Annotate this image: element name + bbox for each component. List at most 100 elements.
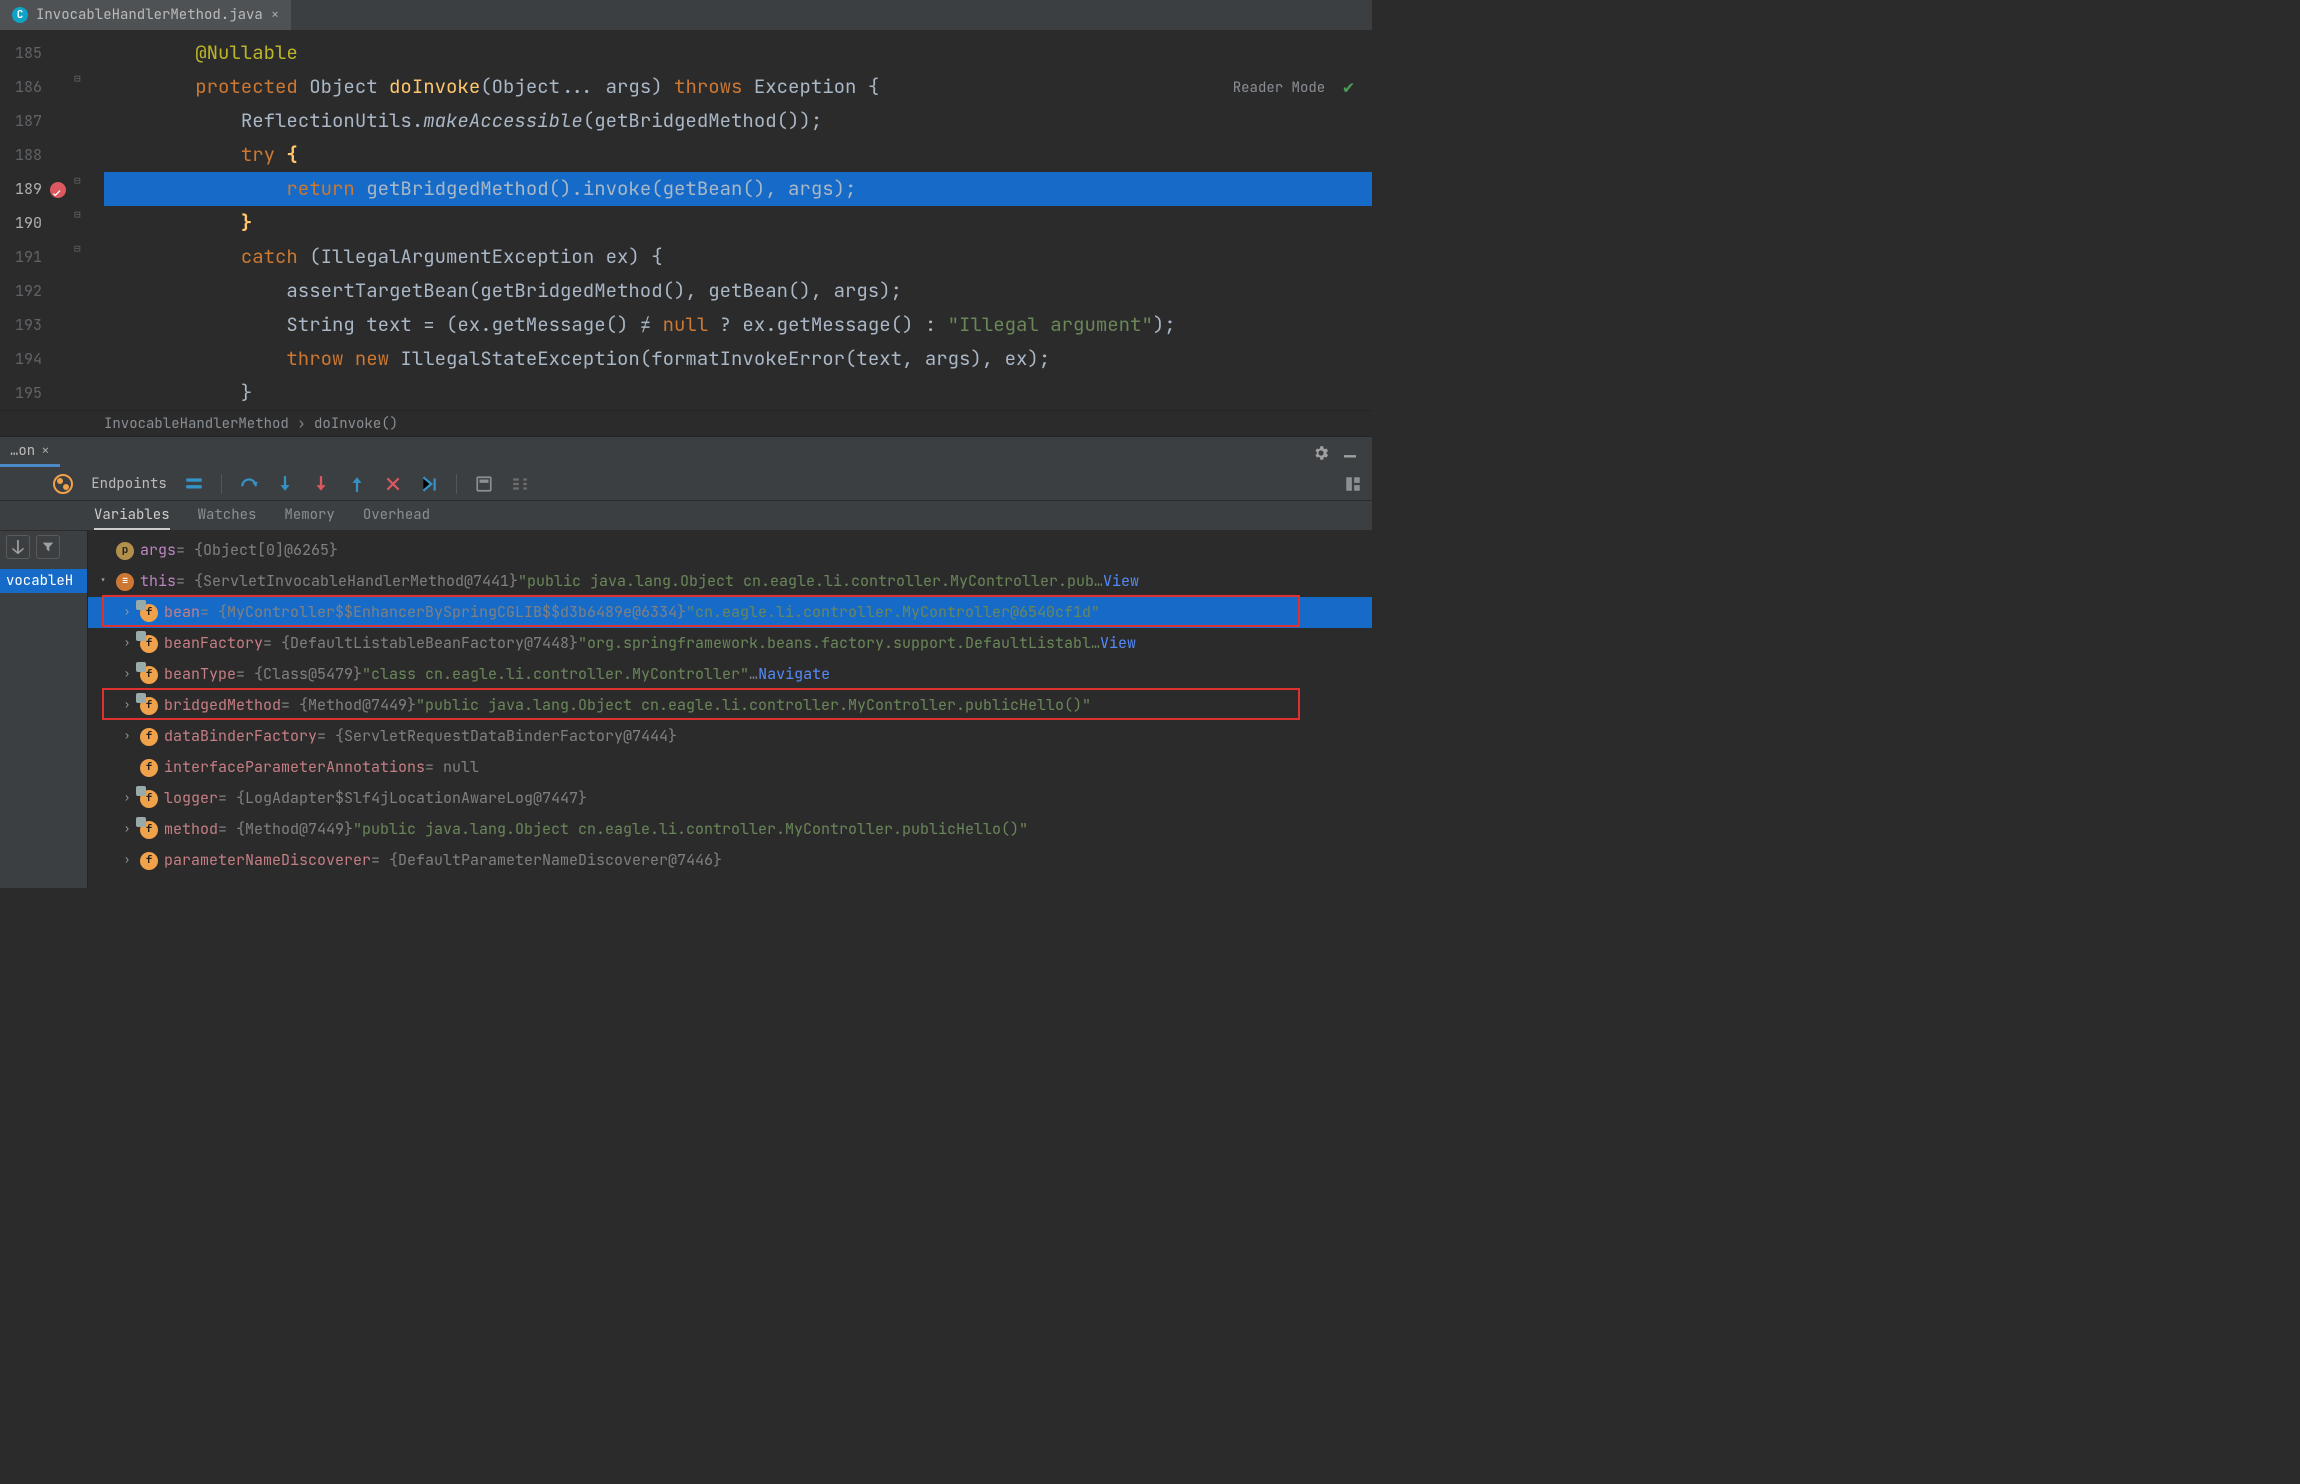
lock-icon [136,693,146,703]
tab-watches[interactable]: Watches [198,501,257,530]
field-icon: f [140,635,158,653]
line-number-gutter: 185186187188189190191192193194195 [0,30,48,410]
variable-row[interactable]: › fbean = {MyController$$EnhancerBySpring… [88,597,1372,628]
endpoints-label[interactable]: Endpoints [91,475,167,493]
variable-name: interfaceParameterAnnotations [164,752,425,783]
chevron-right-icon[interactable]: › [120,628,134,659]
fold-icon[interactable]: ⊟ [74,242,81,256]
variable-value: "org.springframework.beans.factory.suppo… [578,628,1100,659]
variable-type: = {ServletInvocableHandlerMethod@7441} [176,566,518,597]
variable-row[interactable]: ›fparameterNameDiscoverer = {DefaultPara… [88,845,1372,876]
variable-value: "public java.lang.Object cn.eagle.li.con… [518,566,1103,597]
variable-row[interactable]: ›flogger = {LogAdapter$Slf4jLocationAwar… [88,783,1372,814]
variable-type: = {Object[0]@6265} [176,535,338,566]
debugger-session-tab[interactable]: on …on× [0,437,60,467]
view-link[interactable]: View [1103,566,1139,597]
debugger-session-tabs: on …on× — [0,437,1372,467]
variable-row[interactable]: ▾ ≡ this = {ServletInvocableHandlerMethod@… [88,566,1372,597]
lock-icon [136,631,146,641]
variables-tree[interactable]: pargs = {Object[0]@6265}▾ ≡ this = {Servle… [88,531,1372,876]
force-step-into-icon[interactable] [312,475,330,493]
gear-icon[interactable] [1312,443,1330,461]
variable-type: = {DefaultListableBeanFactory@7448} [263,628,578,659]
gutter-icons: ⊟ ⊟ ⊟ ⊟ [48,30,104,410]
close-icon[interactable]: × [41,442,49,460]
field-icon: f [140,759,158,777]
reader-mode-label[interactable]: Reader Mode [1233,79,1325,97]
step-over-icon[interactable] [240,475,258,493]
variable-name: parameterNameDiscoverer [164,845,371,876]
tab-overhead[interactable]: Overhead [363,501,430,530]
editor-top-right: Reader Mode ✔ [1233,76,1354,99]
trace-current-stream-icon[interactable] [511,475,529,493]
breadcrumb[interactable]: InvocableHandlerMethod › doInvoke() [0,410,1372,436]
navigate-down-icon[interactable]: ↓ [6,535,30,559]
breakpoint-icon[interactable] [50,182,66,198]
layout-settings-icon[interactable] [185,475,203,493]
chevron-right-icon[interactable]: › [120,659,134,690]
run-to-cursor-icon[interactable] [420,475,438,493]
fold-icon[interactable]: ⊟ [74,208,81,222]
evaluate-expression-icon[interactable] [475,475,493,493]
variable-row[interactable]: ›fbridgedMethod = {Method@7449} "public … [88,690,1372,721]
object-icon: ≡ [116,573,134,591]
param-icon: p [116,542,134,560]
code-area[interactable]: @Nullable protected Object doInvoke(Obje… [104,30,1372,410]
view-link[interactable]: View [1100,628,1136,659]
variable-name: logger [164,783,218,814]
field-icon: f [140,821,158,839]
variable-row[interactable]: ›fmethod = {Method@7449} "public java.la… [88,814,1372,845]
debugger-content-tabs: Variables Watches Memory Overhead [0,501,1372,531]
close-icon[interactable]: × [271,6,279,24]
variable-row[interactable]: ›fbeanFactory = {DefaultListableBeanFact… [88,628,1372,659]
fold-icon[interactable]: ⊟ [74,174,81,188]
debugger-panel: on …on× — ole Endpoints [0,436,1372,888]
variable-name: this [140,566,176,597]
field-icon: f [140,604,158,622]
frames-pane[interactable]: ↓ vocableH [0,531,88,888]
variable-value: "public java.lang.Object cn.eagle.li.con… [416,690,1091,721]
execution-line: return getBridgedMethod().invoke(getBean… [104,172,1372,206]
filter-icon[interactable] [36,535,60,559]
debugger-body: ↓ vocableH pargs = {Object[0]@6265}▾ ≡ thi… [0,531,1372,888]
variable-value: "cn.eagle.li.controller.MyController@654… [686,597,1100,628]
fold-icon[interactable]: ⊟ [74,72,81,86]
variable-value: "class cn.eagle.li.controller.MyControll… [362,659,749,690]
chevron-right-icon[interactable]: › [120,721,134,752]
variable-row[interactable]: ›fdataBinderFactory = {ServletRequestDat… [88,721,1372,752]
layout-icon[interactable] [1344,475,1362,493]
field-icon: f [140,666,158,684]
view-link[interactable]: Navigate [758,659,830,690]
stack-frame[interactable]: vocableH [0,569,87,593]
step-out-icon[interactable] [348,475,366,493]
variable-value: "public java.lang.Object cn.eagle.li.con… [353,814,1028,845]
inspections-ok-icon[interactable]: ✔ [1343,76,1354,99]
lock-icon [136,786,146,796]
tab-variables[interactable]: Variables [94,501,170,530]
tab-memory[interactable]: Memory [284,501,334,530]
variable-type: = {Method@7449} [218,814,353,845]
code-editor[interactable]: 185186187188189190191192193194195 ⊟ ⊟ ⊟ … [0,30,1372,410]
lock-icon [136,817,146,827]
step-into-icon[interactable] [276,475,294,493]
variable-row[interactable]: ›fbeanType = {Class@5479} "class cn.eagl… [88,659,1372,690]
variable-type: = {DefaultParameterNameDiscoverer@7446} [371,845,722,876]
file-tab[interactable]: C InvocableHandlerMethod.java × [0,0,291,30]
variable-type: = null [425,752,479,783]
minimize-icon[interactable]: — [1344,443,1362,461]
variable-row[interactable]: f interfaceParameterAnnotations = null [88,752,1372,783]
chevron-right-icon[interactable]: › [120,845,134,876]
variable-row[interactable]: pargs = {Object[0]@6265} [88,535,1372,566]
endpoints-icon[interactable] [53,474,73,494]
chevron-right-icon[interactable]: › [120,690,134,721]
drop-frame-icon[interactable] [384,475,402,493]
chevron-right-icon[interactable]: › [120,814,134,845]
lock-icon [136,662,146,672]
chevron-down-icon[interactable]: ▾ [96,566,110,597]
debugger-toolbar: ole Endpoints [0,467,1372,501]
chevron-right-icon[interactable]: › [120,783,134,814]
field-icon: f [140,790,158,808]
chevron-right-icon[interactable]: › [120,597,134,628]
variable-name: bean [164,597,200,628]
variable-type: = {MyController$$EnhancerBySpringCGLIB$$… [200,597,686,628]
